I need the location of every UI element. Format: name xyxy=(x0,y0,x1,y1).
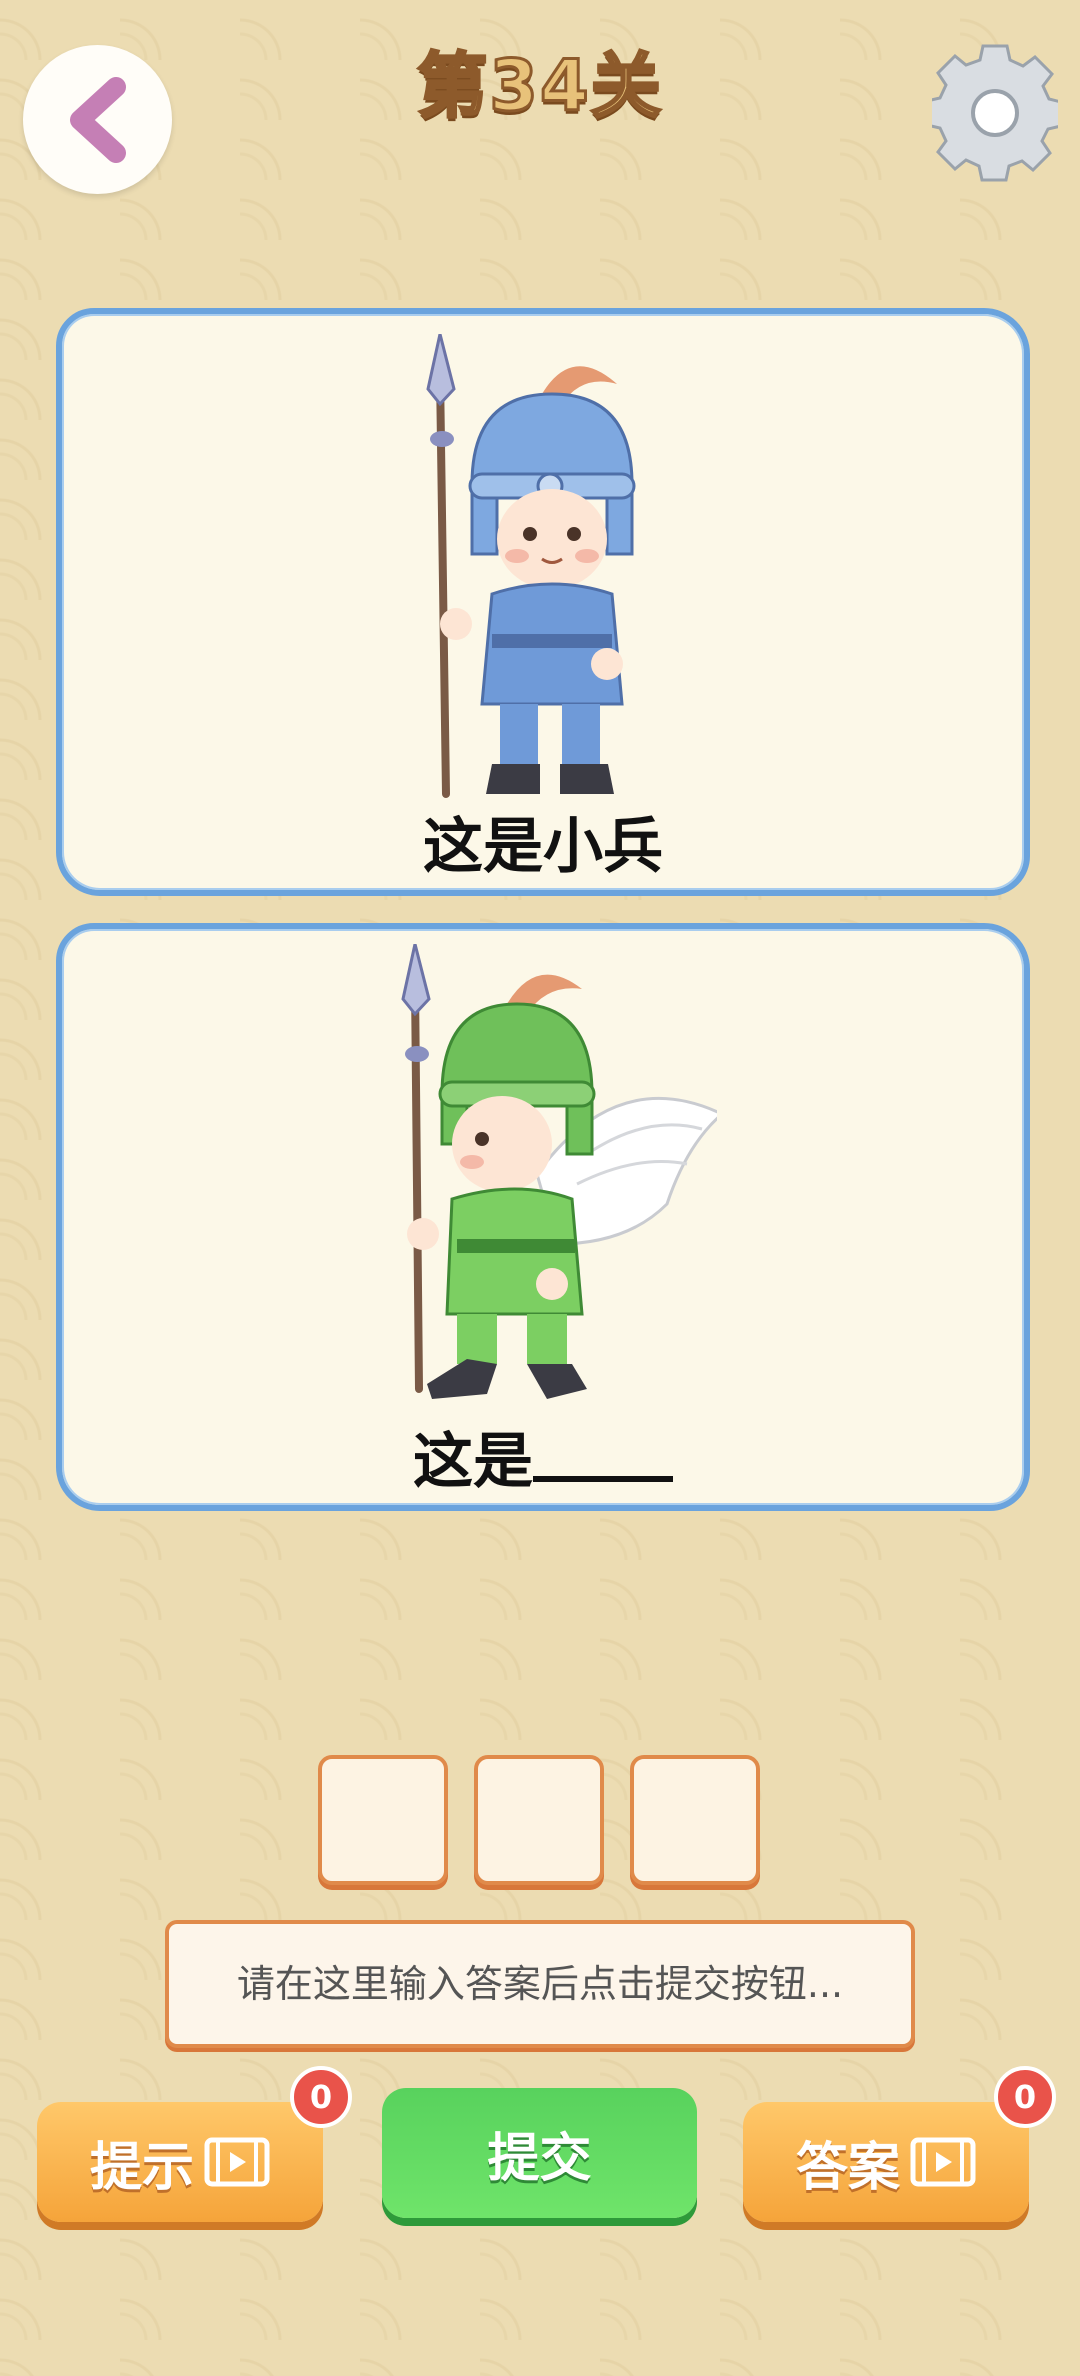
soldier-illustration xyxy=(426,334,636,798)
hint-count-badge: 0 xyxy=(290,2066,352,2128)
answer-input[interactable] xyxy=(169,1923,911,2045)
answer-label: 答案 xyxy=(795,2137,900,2198)
answer-slot-1[interactable] xyxy=(318,1755,448,1885)
card-caption-question: 这是 xyxy=(62,1413,1024,1500)
answer-blank xyxy=(533,1466,673,1482)
gear-icon xyxy=(925,44,1063,182)
settings-button[interactable] xyxy=(925,43,1063,183)
level-title: 第34关 xyxy=(416,44,663,129)
video-ad-icon xyxy=(910,2137,976,2187)
answer-slot-3[interactable] xyxy=(630,1755,760,1885)
answer-button[interactable]: 答案 xyxy=(743,2102,1029,2222)
winged-soldier-illustration xyxy=(401,944,717,1399)
hint-label: 提示 xyxy=(89,2137,194,2198)
answer-input-container xyxy=(165,1920,915,2048)
submit-button[interactable]: 提交 xyxy=(382,2088,697,2218)
answer-slot-2[interactable] xyxy=(474,1755,604,1885)
hint-button[interactable]: 提示 xyxy=(37,2102,323,2222)
video-ad-icon xyxy=(204,2137,270,2187)
caption-prefix: 这是 xyxy=(413,1427,533,1497)
question-card: 这是 xyxy=(56,923,1030,1511)
card-caption: 这是小兵 xyxy=(423,812,663,882)
example-card: 这是小兵 xyxy=(56,308,1030,896)
submit-label: 提交 xyxy=(487,2128,592,2189)
answer-count-badge: 0 xyxy=(994,2066,1056,2128)
